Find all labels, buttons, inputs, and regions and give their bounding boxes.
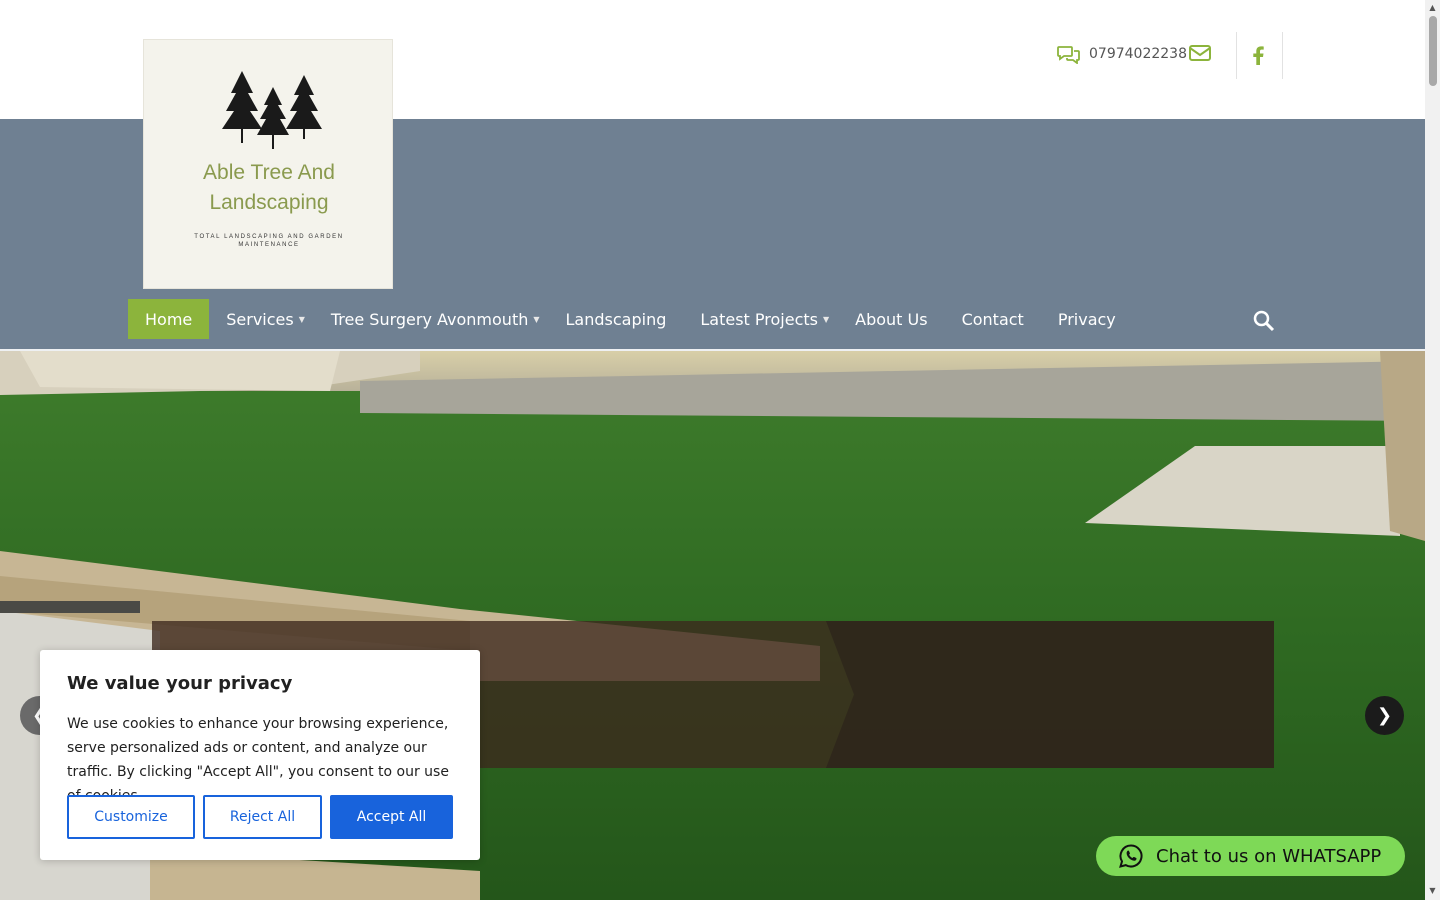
trees-logo-icon [222,71,322,149]
accept-all-button[interactable]: Accept All [330,795,453,839]
nav-landscaping[interactable]: Landscaping [557,299,684,339]
whatsapp-icon [1119,844,1143,868]
caret-down-icon: ▼ [533,314,540,324]
facebook-link[interactable] [1249,44,1269,70]
nav-tree-surgery[interactable]: Tree Surgery Avonmouth ▼ [322,299,557,339]
search-icon [1253,310,1275,332]
phone-number: 07974022238 [1089,46,1187,62]
nav-contact[interactable]: Contact [945,299,1041,339]
slider-next-button[interactable]: ❯ [1365,696,1404,735]
scroll-up-icon[interactable]: ▲ [1428,3,1437,12]
nav-label: Privacy [1057,309,1116,329]
nav-label: Landscaping [565,309,667,329]
whatsapp-label: Chat to us on WHATSAPP [1156,845,1382,867]
nav-label: About Us [855,309,928,329]
nav-about-us[interactable]: About Us [846,299,944,339]
envelope-icon [1189,45,1211,61]
caret-down-icon: ▼ [822,314,830,324]
slide-caption-accent [826,621,1274,768]
cookie-text: We use cookies to enhance your browsing … [67,716,449,804]
phone-link[interactable]: 07974022238 [1057,44,1187,64]
nav-home[interactable]: Home [128,299,210,339]
nav-label: Services [226,309,294,329]
scroll-down-icon[interactable]: ▼ [1428,886,1437,895]
cookie-title: We value your privacy [67,673,293,694]
search-button[interactable] [1252,309,1276,337]
main-nav: Home Services ▼ Tree Surgery Avonmouth ▼ L… [128,299,1133,339]
divider [1282,32,1283,79]
divider [1236,32,1237,79]
nav-label: Tree Surgery Avonmouth [330,309,529,329]
nav-label: Contact [961,309,1024,329]
page-scrollbar[interactable] [1425,0,1440,900]
nav-label: Latest Projects [700,309,818,329]
logo-tagline: TOTAL LANDSCAPING AND GARDEN MAINTENANCE [194,234,344,248]
site-logo[interactable]: Able Tree And Landscaping TOTAL LANDSCAP… [143,39,393,289]
customize-button[interactable]: Customize [67,795,195,839]
chat-bubbles-icon [1057,46,1080,64]
scrollbar-thumb[interactable] [1429,16,1437,86]
caret-down-icon: ▼ [298,314,305,324]
nav-services[interactable]: Services ▼ [209,299,322,339]
reject-all-button[interactable]: Reject All [203,795,322,839]
nav-label: Home [145,309,193,329]
nav-latest-projects[interactable]: Latest Projects ▼ [683,299,846,339]
whatsapp-chat-button[interactable]: Chat to us on WHATSAPP [1096,836,1405,876]
chevron-right-icon: ❯ [1376,705,1393,726]
cookie-buttons: Customize Reject All Accept All [67,795,453,839]
facebook-icon [1253,46,1264,65]
logo-title: Able Tree And Landscaping [203,161,335,214]
nav-privacy[interactable]: Privacy [1041,299,1133,339]
email-link[interactable] [1188,43,1212,67]
cookie-consent-banner: We value your privacy We use cookies to … [40,650,480,860]
